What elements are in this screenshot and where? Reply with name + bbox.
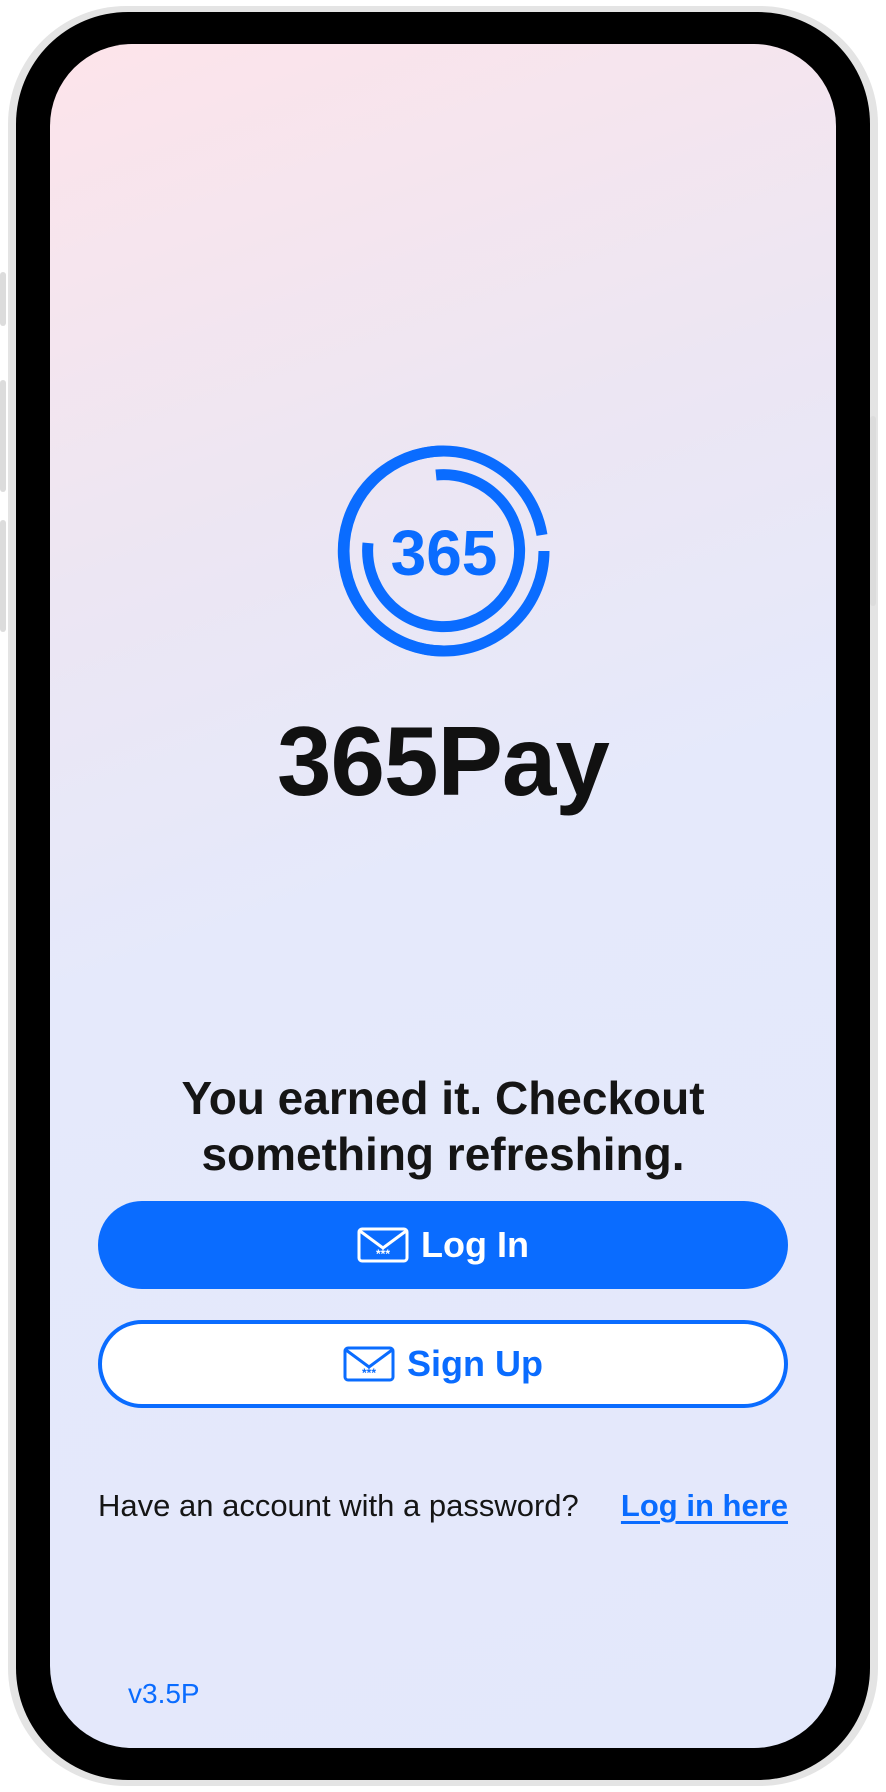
tagline-line-2: something refreshing. — [201, 1128, 685, 1180]
side-button-power — [870, 416, 876, 606]
svg-text:***: *** — [376, 1247, 390, 1261]
login-button[interactable]: *** Log In — [98, 1201, 788, 1289]
password-prompt: Have an account with a password? — [98, 1488, 579, 1523]
app-logo: 365 — [328, 435, 560, 667]
app-name: 365Pay — [277, 706, 610, 816]
signup-button[interactable]: *** Sign Up — [98, 1320, 788, 1408]
app-screen: 365 365Pay You earned it. Checkout somet… — [50, 44, 836, 1748]
logo-rings-icon: 365 — [337, 445, 550, 657]
envelope-password-icon: *** — [357, 1227, 409, 1263]
password-login-link[interactable]: Log in here — [621, 1488, 788, 1524]
login-button-label: Log In — [421, 1224, 529, 1265]
svg-text:***: *** — [362, 1366, 376, 1380]
signup-button-label: Sign Up — [407, 1343, 543, 1384]
side-button-volume-up — [0, 380, 6, 492]
tagline-line-1: You earned it. Checkout — [181, 1072, 705, 1124]
side-button-volume-down — [0, 520, 6, 632]
envelope-password-icon: *** — [343, 1346, 395, 1382]
side-button-mute — [0, 272, 6, 326]
password-login-row: Have an account with a password? Log in … — [98, 1484, 788, 1528]
tagline: You earned it. Checkout something refres… — [110, 1070, 776, 1182]
logo-text: 365 — [391, 517, 498, 589]
version-label: v3.5P — [128, 1678, 200, 1709]
